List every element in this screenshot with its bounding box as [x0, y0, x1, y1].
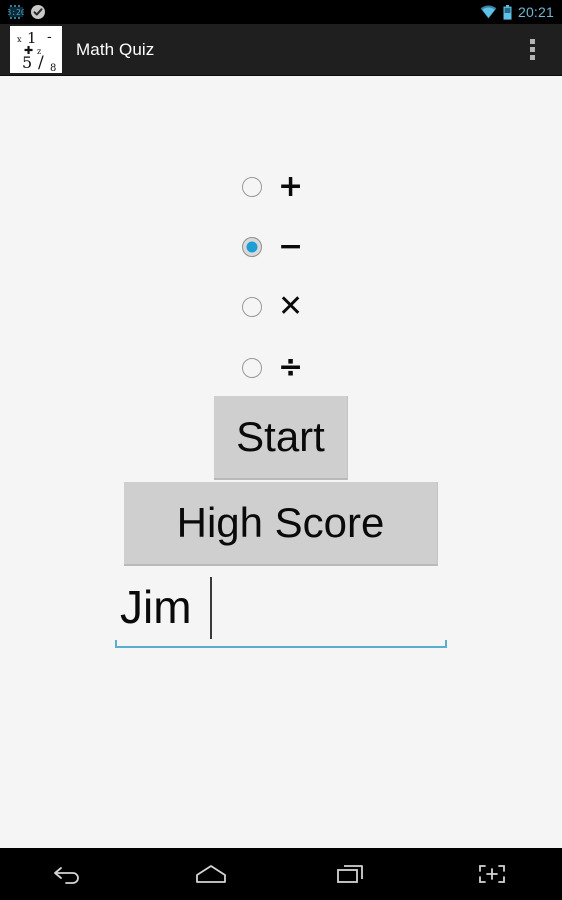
radio-button-divide[interactable] — [242, 358, 262, 378]
svg-text:8:20: 8:20 — [8, 8, 24, 17]
radio-operator-minus[interactable]: − — [0, 232, 562, 262]
high-score-button[interactable]: High Score — [124, 482, 438, 566]
screenshot-icon — [475, 861, 509, 887]
start-button[interactable]: Start — [214, 396, 348, 480]
back-arrow-icon — [53, 861, 87, 887]
page-title: Math Quiz — [76, 40, 154, 60]
operator-label-plus: + — [278, 172, 303, 202]
svg-text:5: 5 — [22, 53, 32, 72]
svg-text:/: / — [38, 53, 44, 73]
battery-icon — [503, 5, 512, 20]
main-content: + − ✕ ÷ Start High Score Jim — [0, 76, 562, 848]
input-underline — [115, 646, 447, 648]
math-quiz-app-icon: x 1 - ✚ z 5 / 8 — [10, 26, 62, 73]
wifi-icon — [480, 5, 497, 19]
nav-screenshot-button[interactable] — [422, 848, 562, 900]
radio-button-minus[interactable] — [242, 237, 262, 257]
radio-button-multiply[interactable] — [242, 297, 262, 317]
svg-text:-: - — [47, 29, 52, 45]
operator-label-minus: − — [278, 232, 303, 262]
home-icon — [192, 861, 230, 887]
nav-home-button[interactable] — [141, 848, 282, 900]
svg-text:x: x — [17, 35, 22, 44]
status-bar-clock: 20:21 — [518, 5, 554, 19]
nav-recents-button[interactable] — [281, 848, 422, 900]
nav-back-button[interactable] — [0, 848, 141, 900]
svg-text:8: 8 — [50, 63, 56, 73]
alarm-clock-icon: 8:20 — [8, 4, 24, 20]
overflow-dot — [530, 39, 535, 44]
radio-button-plus[interactable] — [242, 177, 262, 197]
action-bar: x 1 - ✚ z 5 / 8 Math Quiz — [0, 24, 562, 76]
operator-label-multiply: ✕ — [278, 292, 303, 322]
radio-operator-plus[interactable]: + — [0, 172, 562, 202]
overflow-dot — [530, 47, 535, 52]
radio-operator-multiply[interactable]: ✕ — [0, 292, 562, 322]
radio-operator-divide[interactable]: ÷ — [0, 353, 562, 383]
status-bar-system-icons: 20:21 — [480, 5, 554, 20]
overflow-menu-icon[interactable] — [520, 33, 544, 67]
operator-label-divide: ÷ — [278, 353, 303, 383]
recent-apps-icon — [334, 861, 368, 887]
navigation-bar — [0, 848, 562, 900]
status-bar: 8:20 — [0, 0, 562, 24]
text-cursor — [210, 577, 212, 639]
player-name-value: Jim — [120, 584, 192, 630]
player-name-input[interactable]: Jim — [115, 573, 447, 650]
status-bar-notifications: 8:20 — [8, 4, 46, 20]
overflow-dot — [530, 55, 535, 60]
check-circle-icon — [30, 4, 46, 20]
android-device-screen: 8:20 — [0, 0, 562, 900]
